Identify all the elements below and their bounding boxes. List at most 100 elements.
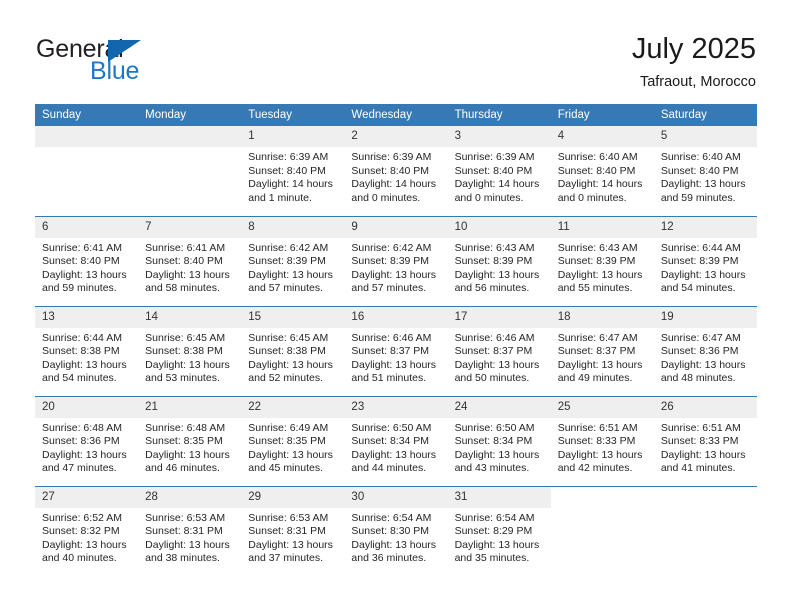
calendar-table: Sunday Monday Tuesday Wednesday Thursday…: [35, 104, 757, 576]
calendar-day-cell[interactable]: 14 Sunrise: 6:45 AM Sunset: 8:38 PM Dayligh…: [138, 305, 242, 396]
daylight-text: Daylight: 13 hours and 57 minutes.: [351, 268, 437, 295]
calendar-day-cell[interactable]: 1 Sunrise: 6:39 AM Sunset: 8:40 PM Daylight…: [241, 126, 345, 216]
daylight-text: Daylight: 13 hours and 59 minutes.: [660, 178, 746, 204]
sun-times: Sunrise: 6:49 AM Sunset: 8:35 PM Daylight:…: [241, 418, 344, 476]
day-number: 14: [138, 306, 242, 328]
sunrise-text: Sunrise: 6:50 AM: [454, 421, 535, 434]
sunrise-text: Sunrise: 6:44 AM: [42, 331, 122, 344]
calendar-day-cell[interactable]: 19 Sunrise: 6:47 AM Sunset: 8:36 PM Dayligh…: [653, 305, 757, 396]
sunset-text: Sunset: 8:38 PM: [145, 345, 223, 358]
sun-times: Sunrise: 6:41 AM Sunset: 8:40 PM Daylight:…: [138, 238, 241, 296]
sun-times: Sunrise: 6:48 AM Sunset: 8:36 PM Daylight:…: [35, 418, 138, 476]
calendar-day-cell[interactable]: 13 Sunrise: 6:44 AM Sunset: 8:38 PM Dayligh…: [35, 305, 139, 396]
weekday-header-monday: Monday: [138, 104, 242, 126]
calendar-week-row: 13 Sunrise: 6:44 AM Sunset: 8:38 PM Dayligh…: [35, 305, 757, 396]
day-number: 1: [241, 126, 345, 147]
sunrise-text: Sunrise: 6:42 AM: [248, 241, 329, 254]
calendar-day-cell[interactable]: 23 Sunrise: 6:50 AM Sunset: 8:34 PM Dayligh…: [344, 395, 448, 486]
sunrise-text: Sunrise: 6:39 AM: [351, 151, 432, 163]
weekday-header-wednesday: Wednesday: [344, 104, 448, 126]
sunset-text: Sunset: 8:32 PM: [42, 525, 120, 538]
day-number: [653, 486, 757, 508]
day-number: 6: [35, 216, 139, 238]
sun-times: Sunrise: 6:43 AM Sunset: 8:39 PM Daylight:…: [551, 238, 654, 296]
daylight-text: Daylight: 13 hours and 43 minutes.: [454, 448, 540, 475]
calendar-day-cell[interactable]: 25 Sunrise: 6:51 AM Sunset: 8:33 PM Dayligh…: [550, 395, 654, 486]
weekday-header-saturday: Saturday: [653, 104, 757, 126]
sun-times: Sunrise: 6:54 AM Sunset: 8:30 PM Daylight:…: [344, 508, 447, 566]
sun-times: Sunrise: 6:40 AM Sunset: 8:40 PM Daylight:…: [654, 147, 757, 205]
calendar-day-cell[interactable]: 20 Sunrise: 6:48 AM Sunset: 8:36 PM Dayligh…: [35, 395, 139, 486]
day-number: 18: [550, 306, 654, 328]
sunset-text: Sunset: 8:35 PM: [248, 435, 326, 448]
calendar-day-cell[interactable]: 7 Sunrise: 6:41 AM Sunset: 8:40 PM Daylight…: [138, 215, 242, 306]
sunrise-text: Sunrise: 6:41 AM: [42, 241, 122, 254]
day-number: [35, 126, 139, 147]
daylight-text: Daylight: 13 hours and 46 minutes.: [145, 448, 230, 475]
calendar-day-cell[interactable]: 4 Sunrise: 6:40 AM Sunset: 8:40 PM Daylight…: [550, 126, 654, 216]
calendar-day-cell[interactable]: 21 Sunrise: 6:48 AM Sunset: 8:35 PM Dayligh…: [138, 395, 242, 486]
sunset-text: Sunset: 8:33 PM: [660, 435, 739, 448]
day-number: 28: [138, 486, 242, 508]
calendar-day-cell[interactable]: 29 Sunrise: 6:53 AM Sunset: 8:31 PM Dayligh…: [241, 485, 345, 576]
daylight-text: Daylight: 13 hours and 38 minutes.: [145, 538, 230, 565]
sunrise-text: Sunrise: 6:53 AM: [145, 511, 226, 524]
sunrise-text: Sunrise: 6:50 AM: [351, 421, 432, 434]
sunset-text: Sunset: 8:39 PM: [248, 255, 326, 268]
sunrise-text: Sunrise: 6:49 AM: [248, 421, 329, 434]
day-number: 23: [344, 396, 448, 418]
sun-times: Sunrise: 6:39 AM Sunset: 8:40 PM Daylight:…: [344, 147, 447, 205]
sunrise-text: Sunrise: 6:40 AM: [557, 151, 638, 163]
sunset-text: Sunset: 8:40 PM: [454, 164, 533, 177]
sunrise-text: Sunrise: 6:40 AM: [660, 151, 741, 163]
daylight-text: Daylight: 13 hours and 45 minutes.: [248, 448, 333, 475]
day-number: [550, 486, 654, 508]
calendar-day-cell[interactable]: 8 Sunrise: 6:42 AM Sunset: 8:39 PM Daylight…: [241, 215, 345, 306]
calendar-day-cell[interactable]: 10 Sunrise: 6:43 AM Sunset: 8:39 PM Dayligh…: [447, 215, 551, 306]
daylight-text: Daylight: 13 hours and 47 minutes.: [42, 448, 127, 475]
daylight-text: Daylight: 14 hours and 1 minute.: [248, 178, 333, 204]
calendar-day-cell[interactable]: 9 Sunrise: 6:42 AM Sunset: 8:39 PM Daylight…: [344, 215, 448, 306]
sun-times: Sunrise: 6:42 AM Sunset: 8:39 PM Daylight:…: [241, 238, 344, 296]
sun-times: Sunrise: 6:41 AM Sunset: 8:40 PM Daylight:…: [35, 238, 138, 296]
sunset-text: Sunset: 8:31 PM: [248, 525, 326, 538]
sun-times: Sunrise: 6:39 AM Sunset: 8:40 PM Daylight:…: [241, 147, 344, 205]
day-number: 17: [447, 306, 551, 328]
daylight-text: Daylight: 13 hours and 35 minutes.: [454, 538, 540, 565]
calendar-day-cell[interactable]: 16 Sunrise: 6:46 AM Sunset: 8:37 PM Dayligh…: [344, 305, 448, 396]
calendar-day-cell[interactable]: 27 Sunrise: 6:52 AM Sunset: 8:32 PM Dayligh…: [35, 485, 139, 576]
calendar-day-cell[interactable]: 31 Sunrise: 6:54 AM Sunset: 8:29 PM Dayligh…: [447, 485, 551, 576]
day-number: 9: [344, 216, 448, 238]
daylight-text: Daylight: 13 hours and 54 minutes.: [660, 268, 746, 295]
day-number: 29: [241, 486, 345, 508]
day-number: 11: [550, 216, 654, 238]
sunrise-text: Sunrise: 6:54 AM: [351, 511, 432, 524]
calendar-day-cell[interactable]: 30 Sunrise: 6:54 AM Sunset: 8:30 PM Dayligh…: [344, 485, 448, 576]
logo-text-blue: Blue: [90, 57, 140, 85]
day-number: 5: [653, 126, 757, 147]
calendar-day-cell[interactable]: 24 Sunrise: 6:50 AM Sunset: 8:34 PM Dayligh…: [447, 395, 551, 486]
sunset-text: Sunset: 8:36 PM: [660, 345, 739, 358]
sun-times: Sunrise: 6:48 AM Sunset: 8:35 PM Daylight:…: [138, 418, 241, 476]
daylight-text: Daylight: 13 hours and 40 minutes.: [42, 538, 127, 565]
calendar-day-cell[interactable]: 15 Sunrise: 6:45 AM Sunset: 8:38 PM Dayligh…: [241, 305, 345, 396]
sun-times: Sunrise: 6:54 AM Sunset: 8:29 PM Daylight:…: [448, 508, 551, 566]
sun-times: Sunrise: 6:51 AM Sunset: 8:33 PM Daylight:…: [551, 418, 654, 476]
calendar-day-cell[interactable]: 22 Sunrise: 6:49 AM Sunset: 8:35 PM Dayligh…: [241, 395, 345, 486]
calendar-day-cell[interactable]: 3 Sunrise: 6:39 AM Sunset: 8:40 PM Daylight…: [447, 126, 551, 216]
calendar-day-cell[interactable]: 26 Sunrise: 6:51 AM Sunset: 8:33 PM Dayligh…: [653, 395, 757, 486]
day-number: 3: [447, 126, 551, 147]
calendar-day-cell[interactable]: 5 Sunrise: 6:40 AM Sunset: 8:40 PM Daylight…: [653, 126, 757, 216]
calendar-day-cell[interactable]: 6 Sunrise: 6:41 AM Sunset: 8:40 PM Daylight…: [35, 215, 139, 306]
calendar-day-cell[interactable]: 17 Sunrise: 6:46 AM Sunset: 8:37 PM Dayligh…: [447, 305, 551, 396]
calendar-day-cell[interactable]: 28 Sunrise: 6:53 AM Sunset: 8:31 PM Dayligh…: [138, 485, 242, 576]
calendar-day-cell[interactable]: 18 Sunrise: 6:47 AM Sunset: 8:37 PM Dayligh…: [550, 305, 654, 396]
calendar-day-cell[interactable]: 11 Sunrise: 6:43 AM Sunset: 8:39 PM Dayligh…: [550, 215, 654, 306]
calendar-cell-empty: [35, 126, 139, 216]
calendar-day-cell[interactable]: 12 Sunrise: 6:44 AM Sunset: 8:39 PM Dayligh…: [653, 215, 757, 306]
daylight-text: Daylight: 13 hours and 56 minutes.: [454, 268, 540, 295]
calendar-day-cell[interactable]: 2 Sunrise: 6:39 AM Sunset: 8:40 PM Daylight…: [344, 126, 448, 216]
sunrise-text: Sunrise: 6:47 AM: [557, 331, 638, 344]
sunset-text: Sunset: 8:33 PM: [557, 435, 636, 448]
daylight-text: Daylight: 13 hours and 58 minutes.: [145, 268, 230, 295]
